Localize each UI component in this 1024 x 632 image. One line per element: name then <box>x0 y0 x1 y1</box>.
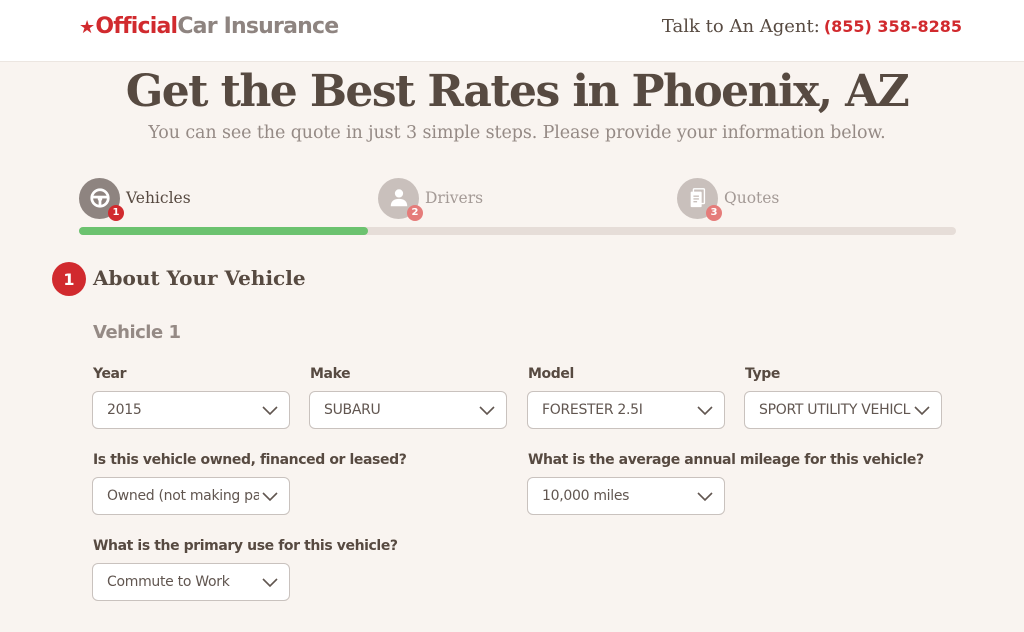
chevron-down-icon <box>262 578 278 588</box>
ownership-select[interactable]: Owned (not making payments) <box>92 477 290 515</box>
use-value: Commute to Work <box>107 574 230 590</box>
make-select[interactable]: SUBARU <box>309 391 507 429</box>
type-select[interactable]: SPORT UTILITY VEHICLE <box>744 391 942 429</box>
chevron-down-icon <box>697 492 713 502</box>
mileage-value: 10,000 miles <box>542 488 630 504</box>
chevron-down-icon <box>479 406 495 416</box>
step-badge: 3 <box>706 204 722 221</box>
agent-phone-link[interactable]: (855) 358-8285 <box>824 17 962 36</box>
logo[interactable]: ★OfficialCar Insurance <box>79 14 339 39</box>
model-value: FORESTER 2.5I <box>542 402 643 418</box>
year-label: Year <box>93 366 127 382</box>
section-number-badge: 1 <box>52 262 86 296</box>
chevron-down-icon <box>914 406 930 416</box>
year-select[interactable]: 2015 <box>92 391 290 429</box>
ownership-value: Owned (not making payments) <box>107 488 259 504</box>
person-icon: 2 <box>378 177 423 221</box>
step-drivers[interactable]: 2 Drivers <box>378 177 484 221</box>
star-icon: ★ <box>79 17 95 38</box>
page-title: Get the Best Rates in Phoenix, AZ <box>125 66 910 117</box>
section-title: About Your Vehicle <box>93 266 306 290</box>
ownership-label: Is this vehicle owned, financed or lease… <box>93 452 407 468</box>
use-label: What is the primary use for this vehicle… <box>93 538 398 554</box>
make-value: SUBARU <box>324 402 381 418</box>
step-label: Quotes <box>724 189 780 207</box>
chevron-down-icon <box>262 406 278 416</box>
step-vehicles[interactable]: 1 Vehicles <box>79 177 191 221</box>
mileage-label: What is the average annual mileage for t… <box>528 452 924 468</box>
page-subtitle: You can see the quote in just 3 simple s… <box>148 123 886 143</box>
step-label: Vehicles <box>126 189 191 207</box>
vehicle-title: Vehicle 1 <box>93 322 181 343</box>
step-badge: 1 <box>108 204 124 221</box>
step-label: Drivers <box>425 189 484 207</box>
progress-fill <box>79 227 369 235</box>
step-quotes[interactable]: 3 Quotes <box>677 177 780 221</box>
agent-label: Talk to An Agent: <box>661 16 820 37</box>
model-label: Model <box>528 366 574 382</box>
mileage-select[interactable]: 10,000 miles <box>527 477 725 515</box>
use-select[interactable]: Commute to Work <box>92 563 290 601</box>
model-select[interactable]: FORESTER 2.5I <box>527 391 725 429</box>
logo-official: Official <box>95 14 178 39</box>
steering-wheel-icon: 1 <box>79 177 124 221</box>
chevron-down-icon <box>697 406 713 416</box>
document-icon: 3 <box>677 177 722 221</box>
type-label: Type <box>745 366 780 382</box>
type-value: SPORT UTILITY VEHICLE <box>759 402 911 418</box>
progress-bar <box>79 227 956 235</box>
year-value: 2015 <box>107 402 142 418</box>
make-label: Make <box>310 366 351 382</box>
step-badge: 2 <box>407 204 423 221</box>
site-header: ★OfficialCar Insurance Talk to An Agent:… <box>0 0 1024 62</box>
chevron-down-icon <box>262 492 278 502</box>
talk-to-agent: Talk to An Agent: (855) 358-8285 <box>662 16 962 37</box>
logo-car-insurance: Car Insurance <box>177 14 339 39</box>
